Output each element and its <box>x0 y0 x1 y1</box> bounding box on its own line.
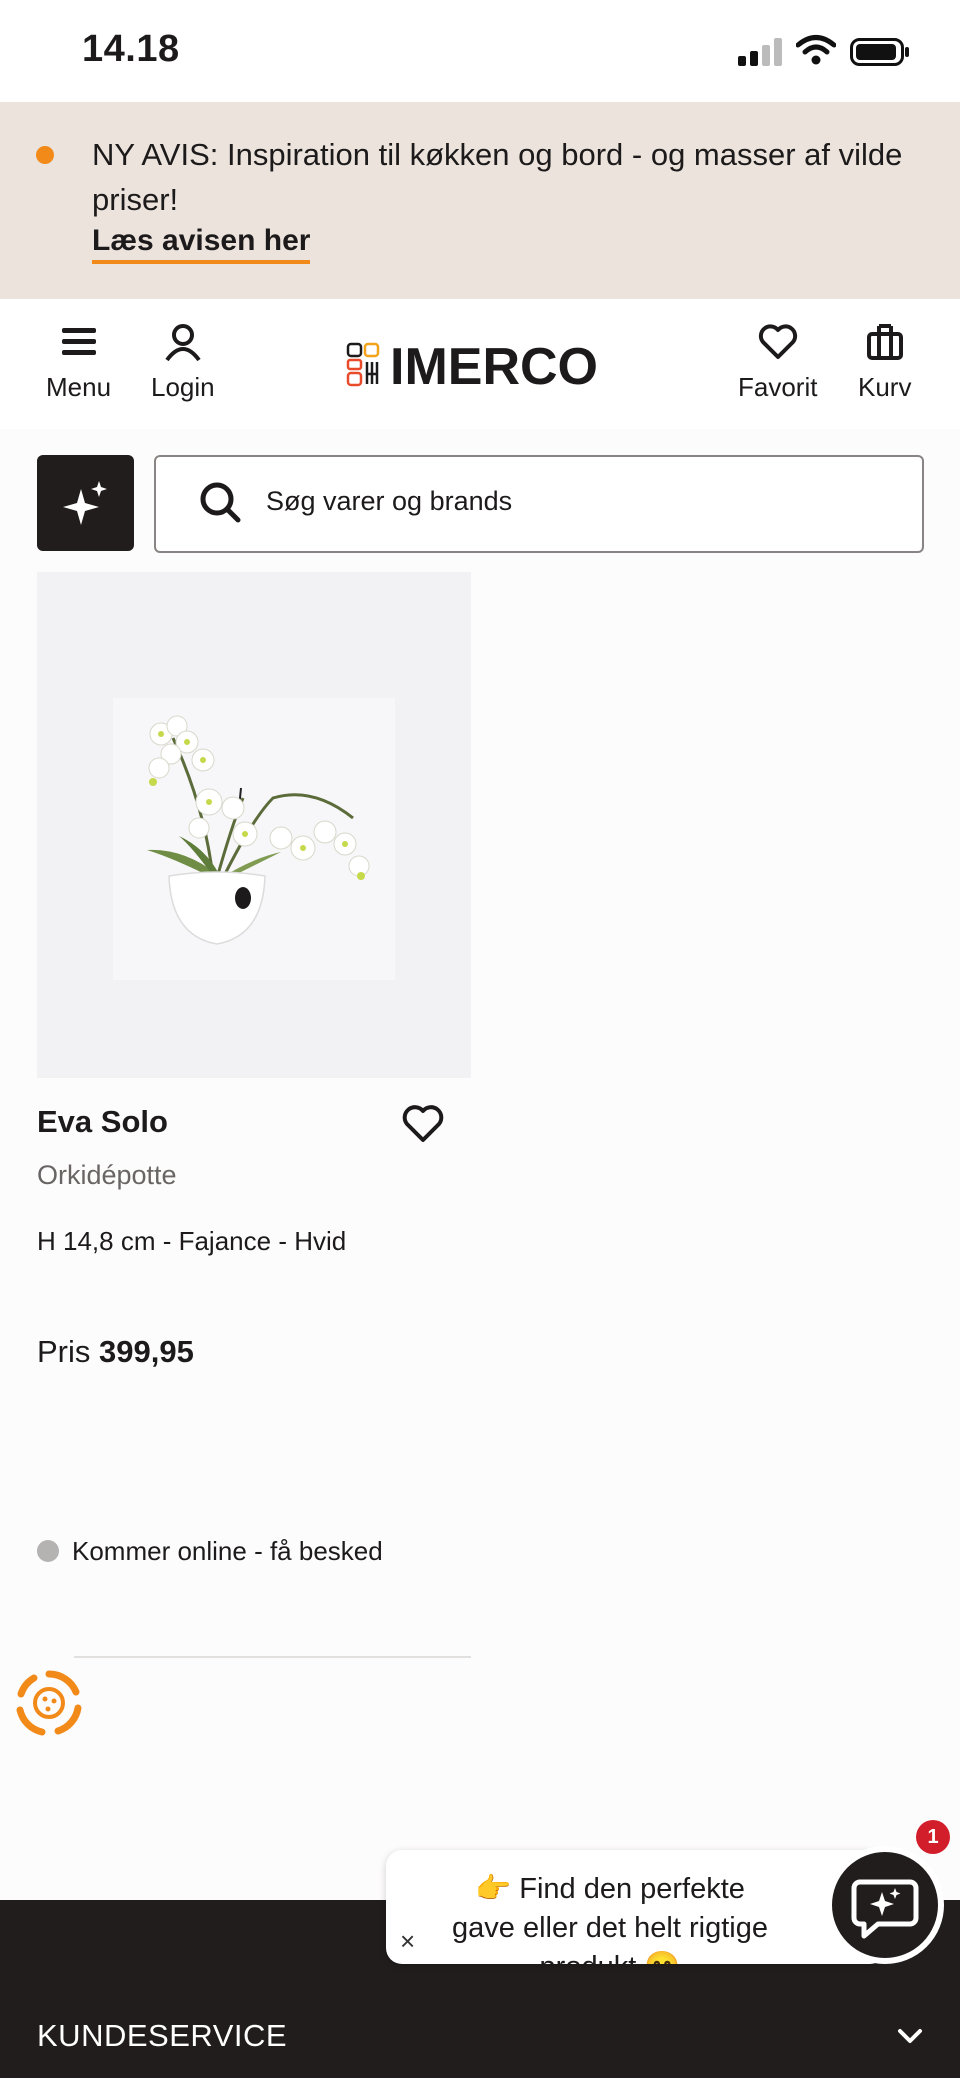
search-icon <box>200 482 241 523</box>
stock-status[interactable]: Kommer online - få besked <box>72 1536 383 1567</box>
cart-label: Kurv <box>858 372 912 402</box>
hamburger-menu-icon <box>61 328 96 355</box>
chat-notification-badge: 1 <box>916 1820 950 1854</box>
cart-button[interactable]: Kurv <box>858 322 911 403</box>
chat-sparkle-icon <box>851 1879 919 1939</box>
add-favorite-heart-icon[interactable] <box>402 1104 444 1144</box>
cellular-signal-icon <box>738 38 782 66</box>
favorites-label: Favorit <box>738 372 818 402</box>
menu-button[interactable]: Menu <box>46 322 111 403</box>
banner-link[interactable]: Læs avisen her <box>92 224 311 264</box>
wifi-icon <box>796 35 836 65</box>
banner-bullet-icon <box>36 146 54 164</box>
chat-button[interactable] <box>826 1846 944 1964</box>
basket-icon <box>866 324 903 360</box>
ai-assistant-button[interactable] <box>37 455 134 551</box>
divider <box>74 1656 471 1658</box>
banner-text: NY AVIS: Inspiration til køkken og bord … <box>92 137 903 217</box>
close-icon[interactable]: × <box>400 1926 415 1957</box>
chevron-down-icon[interactable] <box>896 2026 924 2046</box>
user-icon <box>165 324 201 362</box>
favorites-button[interactable]: Favorit <box>738 322 817 403</box>
product-specs: H 14,8 cm - Fajance - Hvid <box>37 1226 347 1256</box>
heart-icon <box>758 324 797 359</box>
product-name: Orkidépotte <box>37 1160 177 1190</box>
imerco-logo[interactable]: IMERCO <box>346 338 614 390</box>
login-button[interactable]: Login <box>151 322 215 403</box>
stock-status-dot <box>37 1540 59 1562</box>
menu-label: Menu <box>46 372 112 402</box>
product-price: Pris 399,95 <box>37 1334 194 1370</box>
chat-popup-text: 👉 Find den perfekte gave eller det helt … <box>452 1873 768 1964</box>
product-brand[interactable]: Eva Solo <box>37 1104 168 1140</box>
cookie-consent-icon[interactable] <box>14 1668 84 1738</box>
price-value: 399,95 <box>99 1334 194 1369</box>
battery-icon <box>850 38 909 66</box>
orchid-pot-illustration <box>147 715 370 945</box>
sparkle-icon <box>63 481 107 525</box>
login-label: Login <box>151 372 215 402</box>
price-label: Pris <box>37 1334 91 1369</box>
customer-service-accordion[interactable]: KUNDESERVICE <box>37 2018 287 2054</box>
search-placeholder: Søg varer og brands <box>266 486 513 516</box>
status-time: 14.18 <box>82 28 180 70</box>
logo-text: IMERCO <box>390 338 598 390</box>
